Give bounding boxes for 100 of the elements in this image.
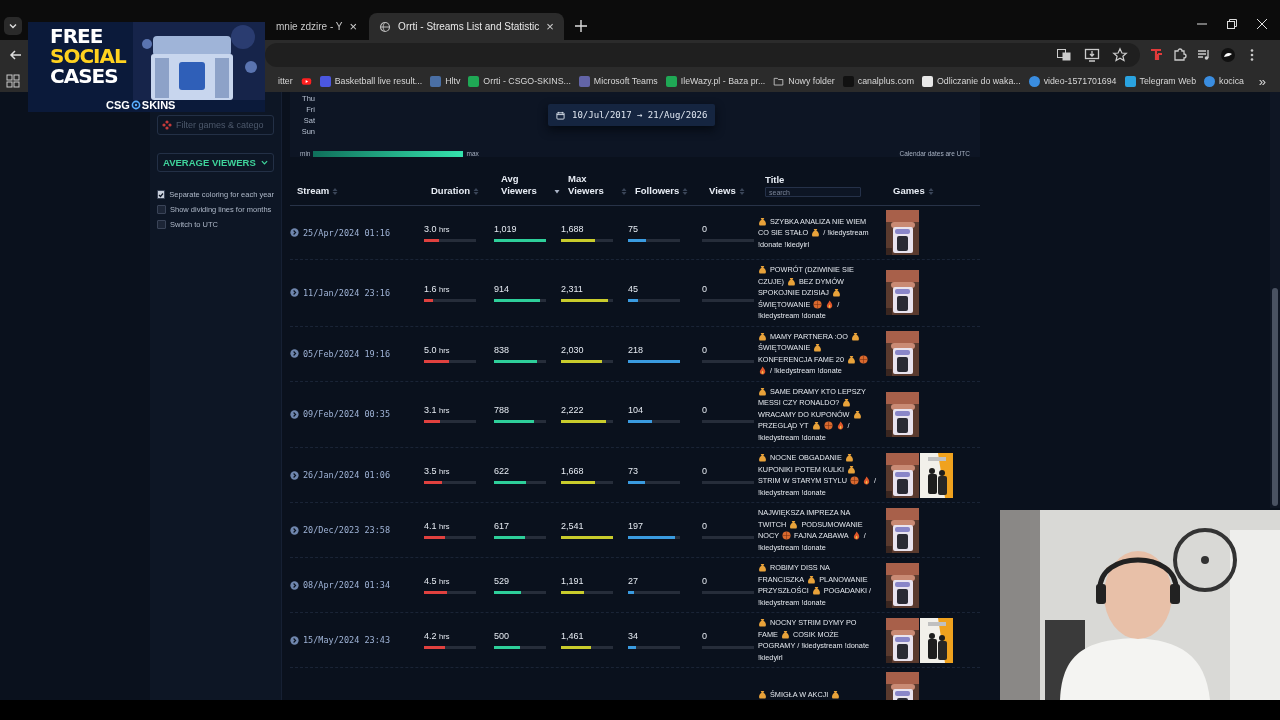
expand-icon[interactable] xyxy=(290,580,299,590)
cell-value: 914 xyxy=(494,283,511,294)
column-header[interactable]: Stream xyxy=(297,185,330,197)
bookmark[interactable]: Hltv xyxy=(430,75,461,87)
globe-icon xyxy=(379,20,392,33)
close-icon[interactable] xyxy=(1254,16,1270,32)
star-icon[interactable] xyxy=(1112,47,1128,63)
gear-icon xyxy=(130,100,141,110)
column-header[interactable]: Followers xyxy=(635,185,680,197)
translate-icon[interactable] xyxy=(1056,47,1072,63)
bookmark[interactable]: kocica xyxy=(1204,75,1244,87)
cell-value: 0 xyxy=(702,631,708,641)
column-header[interactable]: Views xyxy=(709,185,736,197)
cell-value: 34 xyxy=(628,631,639,641)
filter-field[interactable]: Filter games & catego xyxy=(157,115,274,135)
cell-value: 500 xyxy=(494,631,511,641)
cell-value: 45 xyxy=(628,283,639,294)
avatar-icon[interactable] xyxy=(1220,47,1236,63)
bookmark[interactable]: canalplus.com xyxy=(842,75,914,87)
bookmark[interactable]: Telegram Web xyxy=(1124,75,1197,87)
expand-icon[interactable] xyxy=(290,409,299,419)
moneybag-icon xyxy=(813,343,823,353)
stream-date-link[interactable]: 15/May/2024 23:43 xyxy=(303,635,390,645)
gamepad-icon xyxy=(162,120,172,130)
cell-value: 1,191 xyxy=(561,576,585,586)
browser-tab[interactable]: mnie zdzire - Y × xyxy=(266,13,368,40)
video-icon xyxy=(300,75,312,87)
install-icon[interactable] xyxy=(1084,47,1100,63)
column-header[interactable]: Duration xyxy=(431,185,471,197)
more-bookmarks-button[interactable]: » xyxy=(1258,73,1266,89)
cell-value: 0 xyxy=(702,283,708,294)
stream-date-link[interactable]: 11/Jan/2024 23:16 xyxy=(303,287,390,298)
caret-icon xyxy=(261,159,268,166)
column-header: Title xyxy=(765,174,786,186)
bookmark[interactable]: Microsoft Teams xyxy=(578,75,658,87)
bookmark[interactable]: Nowy folder xyxy=(773,75,835,87)
moneybag-icon xyxy=(789,519,799,529)
cell-value: 622 xyxy=(494,466,511,476)
cell-value: 0 xyxy=(702,344,708,355)
cell-value: 104 xyxy=(628,405,645,416)
puzzle-icon[interactable] xyxy=(1172,47,1188,63)
browser-tab[interactable]: Orrti - Streams List and Statistic × xyxy=(369,13,564,40)
moneybag-icon xyxy=(846,354,856,364)
cell-value: 1,668 xyxy=(561,466,585,476)
moneybag-icon xyxy=(758,386,767,396)
scrollbar[interactable] xyxy=(1270,92,1280,508)
stream-date-link[interactable]: 25/Apr/2024 01:16 xyxy=(303,227,390,238)
bookmark[interactable]: video-1571701694 xyxy=(1028,75,1117,87)
column-header[interactable]: Avg Viewers xyxy=(501,173,551,197)
moneybag-icon xyxy=(758,690,767,699)
cell-value: 529 xyxy=(494,576,511,586)
sort-down-icon[interactable] xyxy=(554,187,560,196)
cell-value: 788 xyxy=(494,405,511,416)
scrollbar-thumb[interactable] xyxy=(1272,288,1278,506)
cell-value: 0 xyxy=(702,576,708,586)
calendar-icon xyxy=(556,110,565,120)
column-header[interactable]: Games xyxy=(893,185,925,197)
media-icon[interactable] xyxy=(1196,47,1212,63)
expand-icon[interactable] xyxy=(290,635,299,645)
basketball-icon xyxy=(823,421,833,431)
cell-value: 2,541 xyxy=(561,521,585,531)
bookmark[interactable]: Basketball live result... xyxy=(319,75,423,87)
checkbox[interactable] xyxy=(157,205,166,214)
checkbox[interactable] xyxy=(157,220,166,229)
expand-icon[interactable] xyxy=(290,288,299,298)
metric-dropdown[interactable]: AVERAGE VIEWERS xyxy=(157,153,274,172)
stream-date-link[interactable]: 26/Jan/2024 01:06 xyxy=(303,470,390,480)
checkbox[interactable] xyxy=(157,190,166,199)
bookmark[interactable]: IleWazy.pl - Baza pr... xyxy=(665,75,766,87)
tab-list-button[interactable] xyxy=(4,17,22,35)
date-range-picker[interactable]: 10/Jul/2017 → 21/Aug/2026 xyxy=(548,104,716,126)
bookmark[interactable]: Orrti - CSGO-SKINS... xyxy=(468,75,571,87)
column-header[interactable]: Max Viewers xyxy=(568,173,618,197)
cell-value: 1,461 xyxy=(561,631,585,641)
bookmark[interactable]: itter xyxy=(278,76,293,86)
cell-value: 0 xyxy=(702,405,708,416)
flame-icon xyxy=(851,531,861,541)
cell-value: 75 xyxy=(628,223,639,234)
expand-icon[interactable] xyxy=(290,228,299,237)
basketball-icon xyxy=(858,354,868,364)
cell-value: 2,222 xyxy=(561,405,585,416)
brand-text: CSG xyxy=(106,99,130,111)
brand-text: SKINS xyxy=(141,99,176,111)
apps-grid-icon[interactable] xyxy=(6,74,20,88)
expand-icon[interactable] xyxy=(290,525,299,535)
expand-icon[interactable] xyxy=(290,349,299,358)
bookmark[interactable]: Odliczanie do waka... xyxy=(922,75,1021,87)
stream-date-link[interactable]: 08/Apr/2024 01:34 xyxy=(303,580,390,590)
close-tab-button[interactable]: × xyxy=(349,19,358,34)
basketball-icon xyxy=(782,531,792,541)
extension-icon[interactable] xyxy=(1148,47,1164,63)
stream-date-link[interactable]: 05/Feb/2024 19:16 xyxy=(303,348,390,359)
stream-date-link[interactable]: 09/Feb/2024 00:35 xyxy=(303,409,390,420)
close-tab-button[interactable]: × xyxy=(546,19,554,34)
stream-date-link[interactable]: 20/Dec/2023 23:58 xyxy=(303,525,390,535)
cell-value: 0 xyxy=(702,466,708,476)
expand-icon[interactable] xyxy=(290,470,299,480)
moneybag-icon xyxy=(811,228,821,237)
cell-value: 2,311 xyxy=(561,283,584,294)
restore-icon[interactable] xyxy=(1224,16,1240,32)
